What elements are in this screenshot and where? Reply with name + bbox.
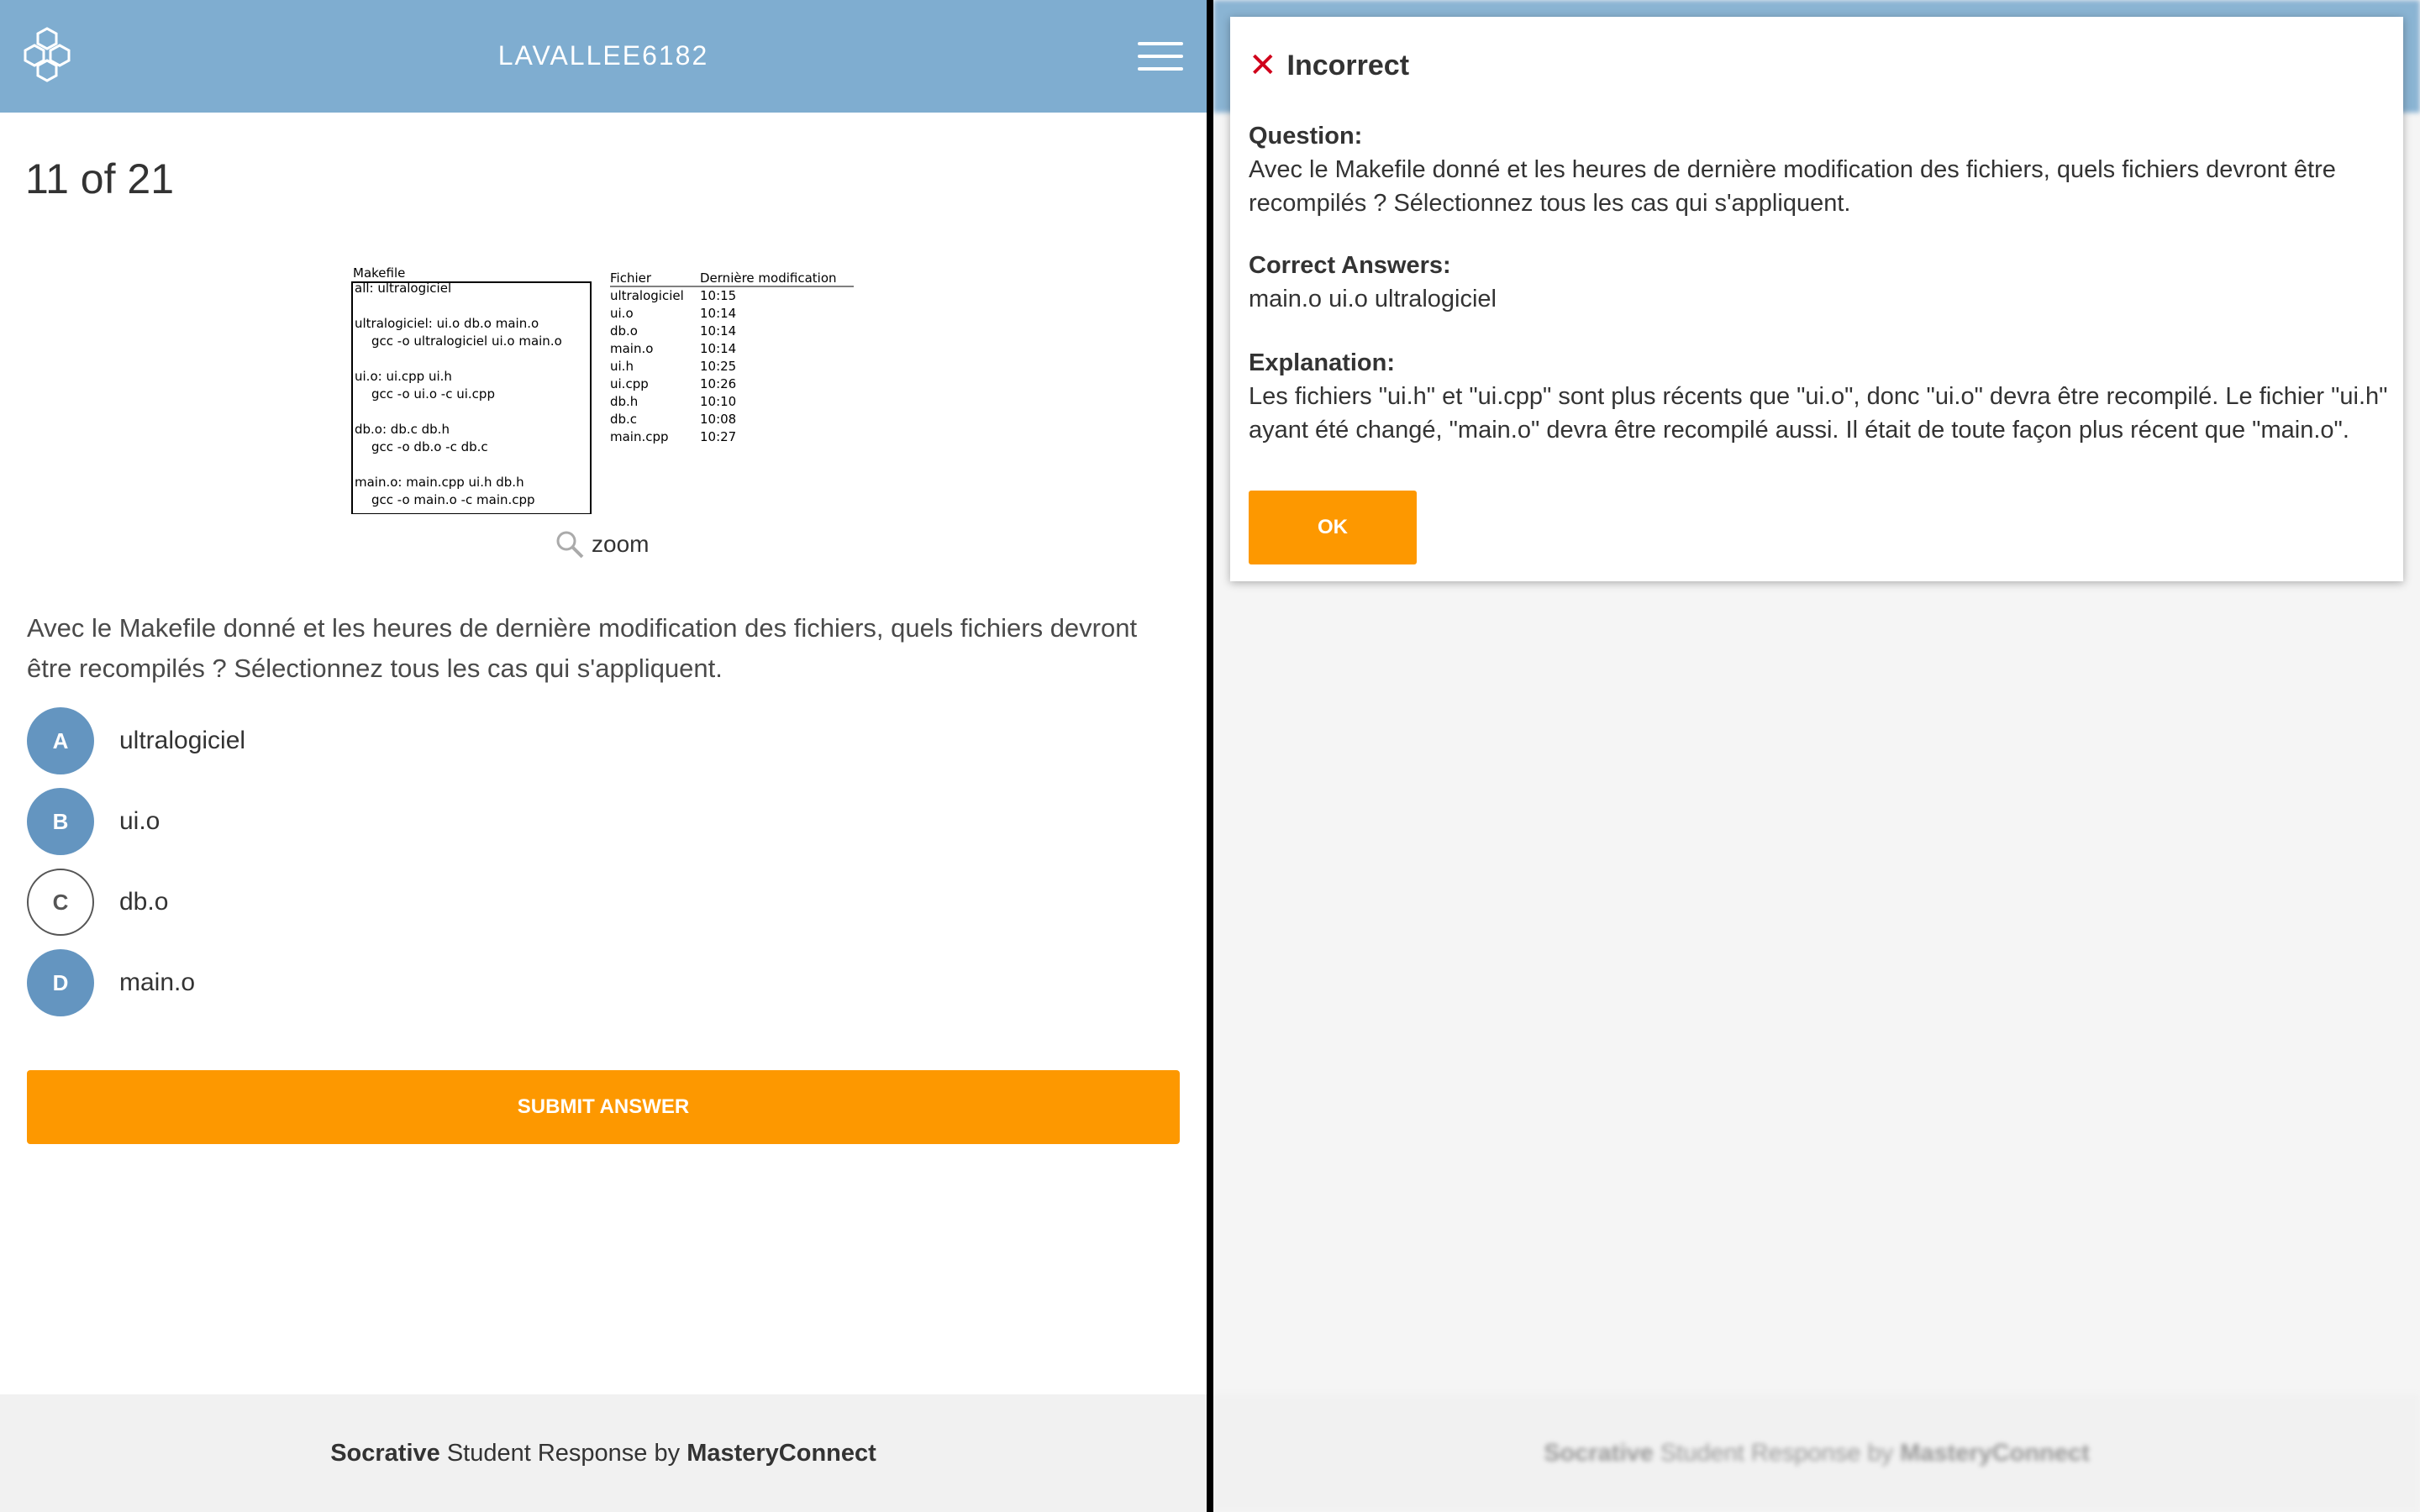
makefile-line: db.o: db.c db.h xyxy=(355,422,450,437)
question-heading: Question: xyxy=(1249,123,1363,150)
table-cell-time: 10:14 xyxy=(700,306,736,321)
question-text: Avec le Makefile donné et les heures de … xyxy=(27,613,1138,683)
table-cell-time: 10:08 xyxy=(700,412,736,427)
table-cell-time: 10:25 xyxy=(700,359,736,374)
table-cell-file: ultralogiciel xyxy=(610,288,684,303)
modal-title: ✕ Incorrect xyxy=(1249,49,1409,82)
makefile-line: gcc -o ultralogiciel ui.o main.o xyxy=(371,333,562,349)
choice-b[interactable]: B ui.o xyxy=(27,788,160,855)
bg-footer-company: MasteryConnect xyxy=(1900,1439,2090,1467)
room-name: LAVALLEE6182 xyxy=(497,40,709,71)
magnifier-icon xyxy=(556,531,584,559)
bg-footer-brand: Socrative xyxy=(1544,1439,1654,1467)
status-label: Incorrect xyxy=(1286,49,1410,81)
makefile-line: gcc -o ui.o -c ui.cpp xyxy=(371,386,495,402)
table-cell-file: db.o xyxy=(610,323,638,339)
choice-c[interactable]: C db.o xyxy=(27,869,168,936)
question-section: Question: Avec le Makefile donné et les … xyxy=(1249,119,2391,220)
table-cell-file: ui.h xyxy=(610,359,634,374)
incorrect-x-icon: ✕ xyxy=(1249,47,1277,84)
table-cell-time: 10:10 xyxy=(700,394,736,409)
hamburger-menu-icon[interactable] xyxy=(1138,42,1183,72)
makefile-line: all: ultralogiciel xyxy=(355,281,451,296)
choice-d[interactable]: D main.o xyxy=(27,949,195,1016)
makefile-line: ui.o: ui.cpp ui.h xyxy=(355,369,452,384)
table-cell-time: 10:14 xyxy=(700,323,736,339)
explanation-text: Les fichiers "ui.h" et "ui.cpp" sont plu… xyxy=(1249,383,2388,444)
explanation-section: Explanation: Les fichiers "ui.h" et "ui.… xyxy=(1249,346,2391,447)
question-progress: 11 of 21 xyxy=(25,155,175,202)
choice-c-text: db.o xyxy=(119,888,169,916)
table-cell-file: db.c xyxy=(610,412,637,427)
table-cell-file: db.h xyxy=(610,394,638,409)
choice-b-text: ui.o xyxy=(119,807,160,835)
zoom-button[interactable]: zoom xyxy=(555,528,649,561)
submit-answer-button[interactable]: SUBMIT ANSWER xyxy=(27,1070,1180,1144)
makefile-title: Makefile xyxy=(353,265,405,281)
bg-footer-middle: Student Response by xyxy=(1653,1439,1901,1467)
makefile-line: ultralogiciel: ui.o db.o main.o xyxy=(355,316,539,331)
modal-question-text: Avec le Makefile donné et les heures de … xyxy=(1249,156,2336,217)
choice-a[interactable]: A ultralogiciel xyxy=(27,707,245,774)
footer-company: MasteryConnect xyxy=(687,1439,876,1467)
makefile-line: gcc -o db.o -c db.c xyxy=(371,439,488,454)
app-footer: Socrative Student Response by MasteryCon… xyxy=(0,1394,1207,1512)
background-footer: Socrative Student Response by MasteryCon… xyxy=(1213,1394,2420,1512)
correct-answers-section: Correct Answers: main.o ui.o ultralogici… xyxy=(1249,249,2391,316)
table-header: Dernière modification xyxy=(700,270,837,286)
ok-button[interactable]: OK xyxy=(1249,491,1417,564)
table-cell-file: ui.cpp xyxy=(610,376,649,391)
makefile-figure: Makefile all: ultralogiciel ultralogiciel… xyxy=(351,265,854,514)
choice-c-bubble[interactable]: C xyxy=(27,869,94,936)
table-cell-file: main.cpp xyxy=(610,429,669,444)
table-cell-time: 10:26 xyxy=(700,376,736,391)
makefile-line: main.o: main.cpp ui.h db.h xyxy=(355,475,524,490)
footer-brand: Socrative xyxy=(330,1439,440,1467)
zoom-label: zoom xyxy=(592,531,650,557)
table-cell-time: 10:15 xyxy=(700,288,736,303)
table-cell-file: ui.o xyxy=(610,306,634,321)
choice-d-text: main.o xyxy=(119,969,196,996)
choice-a-text: ultralogiciel xyxy=(119,727,246,754)
choice-b-bubble[interactable]: B xyxy=(27,788,94,855)
app-header: LAVALLEE6182 xyxy=(0,0,1207,113)
student-pane: LAVALLEE6182 11 of 21 Makefile all: ultr… xyxy=(0,0,1207,1512)
feedback-modal: ✕ Incorrect Question: Avec le Makefile d… xyxy=(1230,17,2403,581)
table-cell-time: 10:14 xyxy=(700,341,736,356)
table-cell-file: main.o xyxy=(610,341,653,356)
feedback-pane: Socrative Student Response by MasteryCon… xyxy=(1213,0,2420,1512)
choice-a-bubble[interactable]: A xyxy=(27,707,94,774)
makefile-line: gcc -o main.o -c main.cpp xyxy=(371,492,535,507)
correct-answers-heading: Correct Answers: xyxy=(1249,252,1451,279)
choice-d-bubble[interactable]: D xyxy=(27,949,94,1016)
footer-middle: Student Response by xyxy=(439,1439,687,1467)
explanation-heading: Explanation: xyxy=(1249,349,1396,376)
correct-answers-text: main.o ui.o ultralogiciel xyxy=(1249,286,1497,312)
table-header: Fichier xyxy=(610,270,652,286)
table-cell-time: 10:27 xyxy=(700,429,736,444)
